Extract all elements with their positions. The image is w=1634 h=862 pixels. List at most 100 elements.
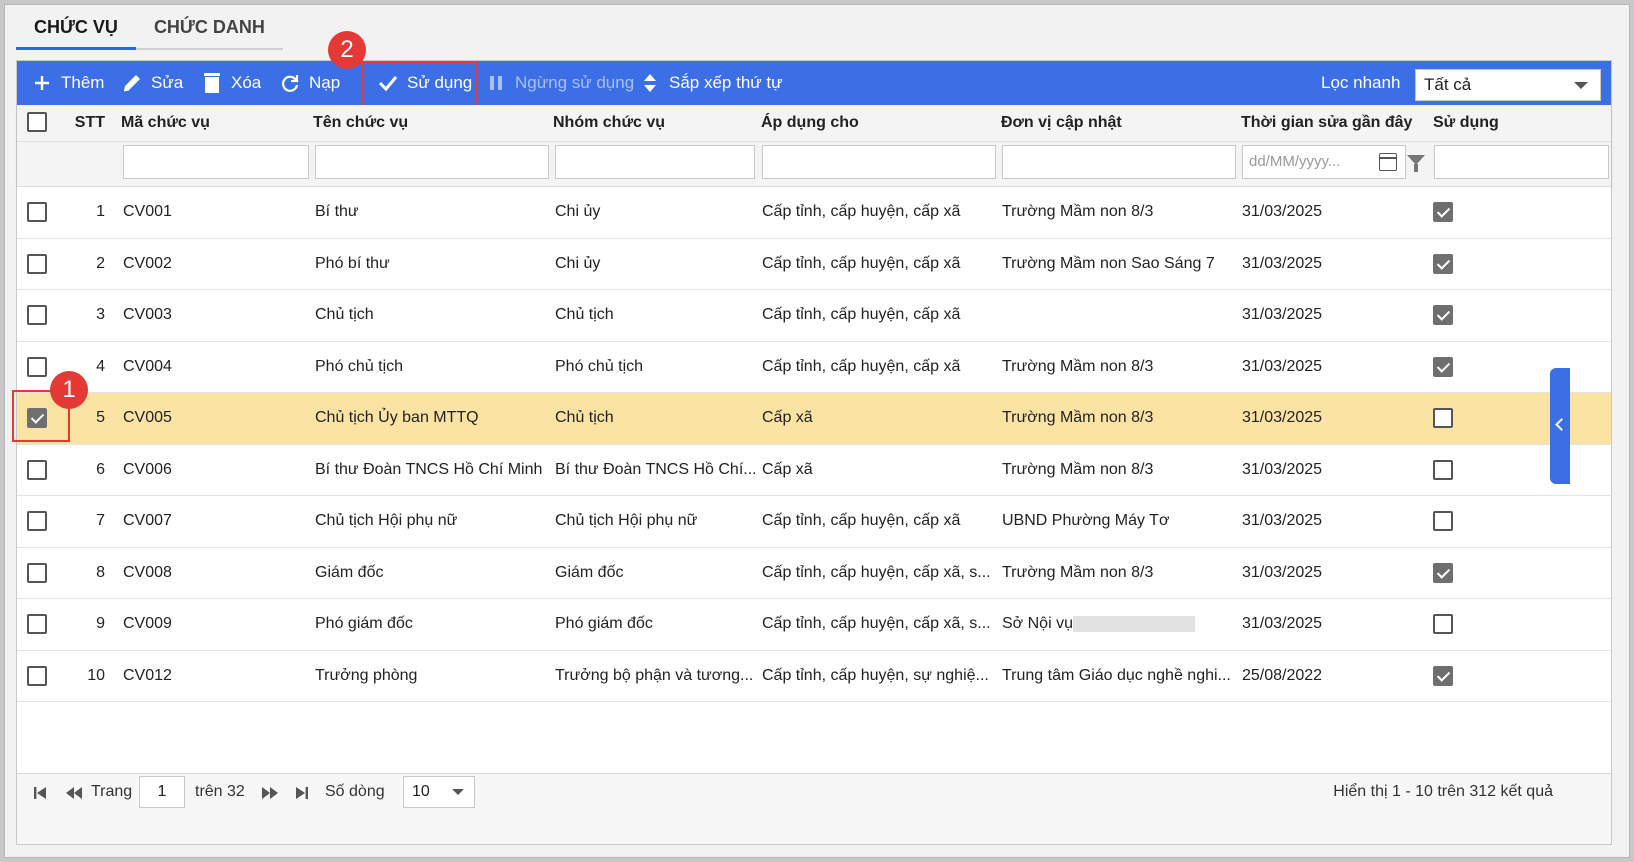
cell-unit: Trường Mầm non Sao Sáng 7 — [1002, 254, 1215, 272]
cell-apply: Cấp tỉnh, cấp huyện, cấp xã — [762, 306, 961, 323]
rows-per-page-select[interactable]: 10 — [403, 776, 475, 808]
cell-name: Giám đốc — [315, 563, 384, 581]
cell-time: 31/03/2025 — [1242, 357, 1323, 375]
stop-use-button[interactable]: Ngừng sử dụng — [485, 61, 634, 105]
table-row[interactable]: 2 CV002 Phó bí thư Chi ủy Cấp tỉnh, cấp huyệ… — [17, 238, 1611, 290]
cell-stt: 8 — [96, 563, 105, 581]
cell-stt: 10 — [87, 666, 105, 684]
select-all-checkbox[interactable] — [27, 112, 47, 132]
tab-chuc-danh[interactable]: CHỨC DANH — [135, 6, 283, 50]
table-row[interactable]: 4 CV004 Phó chủ tịch Phó chủ tịch Cấp tỉnh, … — [17, 341, 1611, 393]
row-select-checkbox[interactable] — [27, 253, 47, 274]
use-checkbox[interactable] — [1433, 614, 1453, 634]
delete-button[interactable]: Xóa — [201, 61, 261, 105]
cell-stt: 3 — [96, 306, 105, 323]
redacted-text — [1073, 616, 1195, 632]
use-checkbox[interactable] — [1433, 305, 1453, 325]
prev-page-icon[interactable] — [65, 786, 83, 800]
header-stt: STT — [74, 114, 105, 131]
grid-panel: Thêm Sửa Xóa Nạp Sử dụng Ngừng sử dụng S… — [16, 60, 1612, 845]
cell-group: Bí thư Đoàn TNCS Hồ Chí... — [555, 460, 755, 478]
tab-bar: CHỨC VỤ CHỨC DANH — [16, 6, 283, 50]
calendar-icon[interactable] — [1379, 153, 1397, 171]
table-row[interactable]: 9 CV009 Phó giám đốc Phó giám đốc Cấp tỉnh, … — [17, 599, 1611, 651]
row-select-checkbox[interactable] — [27, 511, 47, 531]
sort-label: Sắp xếp thứ tự — [669, 73, 783, 92]
use-checkbox[interactable] — [1433, 665, 1453, 686]
filter-group-input[interactable] — [555, 145, 755, 179]
row-select-checkbox[interactable] — [27, 614, 47, 634]
header-use[interactable]: Sử dụng — [1433, 105, 1499, 141]
filter-unit-input[interactable] — [1002, 145, 1236, 179]
header-divider — [17, 141, 1611, 142]
row-select-checkbox[interactable] — [27, 202, 47, 222]
use-button-highlight — [362, 61, 478, 109]
next-page-icon[interactable] — [261, 786, 279, 800]
header-unit[interactable]: Đơn vị cập nhật — [1001, 105, 1122, 141]
edit-button[interactable]: Sửa — [121, 61, 183, 105]
last-page-icon[interactable] — [295, 786, 309, 800]
chevron-down-icon — [1574, 82, 1588, 89]
edit-label: Sửa — [151, 73, 184, 92]
cell-apply: Cấp tỉnh, cấp huyện, sự nghiệ... — [762, 666, 989, 684]
reload-label: Nạp — [309, 73, 341, 92]
cell-group: Giám đốc — [555, 563, 624, 581]
cell-code: CV004 — [123, 357, 172, 375]
first-page-icon[interactable] — [33, 786, 47, 800]
page-number-input[interactable]: 1 — [139, 776, 185, 808]
use-checkbox[interactable] — [1433, 562, 1453, 583]
use-checkbox[interactable] — [1433, 511, 1453, 531]
cell-group: Chủ tịch Hội phụ nữ — [555, 512, 698, 529]
cell-unit: Trường Mầm non 8/3 — [1002, 357, 1154, 375]
cell-code: CV006 — [123, 460, 172, 478]
result-summary: Hiển thị 1 - 10 trên 312 kết quả — [1333, 783, 1553, 800]
chevron-down-icon — [452, 789, 464, 795]
row-select-checkbox[interactable] — [27, 305, 47, 325]
filter-icon[interactable] — [1407, 155, 1425, 172]
table-row[interactable]: 8 CV008 Giám đốc Giám đốc Cấp tỉnh, cấp huyệ… — [17, 547, 1611, 599]
collapse-side-panel-button[interactable] — [1550, 368, 1570, 484]
row-select-checkbox[interactable] — [27, 459, 47, 480]
filter-use-input[interactable] — [1434, 145, 1609, 179]
row-select-checkbox[interactable] — [27, 562, 47, 583]
header-name[interactable]: Tên chức vụ — [313, 105, 408, 141]
table-row[interactable]: 10 CV012 Trưởng phòng Trưởng bộ phận và tươ… — [17, 650, 1611, 702]
use-checkbox[interactable] — [1433, 356, 1453, 377]
table-row[interactable]: 6 CV006 Bí thư Đoàn TNCS Hồ Chí Minh Bí thư… — [17, 444, 1611, 496]
use-checkbox[interactable] — [1433, 459, 1453, 480]
row-select-checkbox[interactable] — [27, 356, 47, 377]
filter-name-input[interactable] — [315, 145, 549, 179]
header-group[interactable]: Nhóm chức vụ — [553, 105, 665, 141]
cell-stt: 9 — [96, 615, 105, 632]
pencil-icon — [121, 72, 143, 94]
table-row[interactable]: 7 CV007 Chủ tịch Hội phụ nữ Chủ tịch Hội ph… — [17, 496, 1611, 548]
table-row[interactable]: 3 CV003 Chủ tịch Chủ tịch Cấp tỉnh, cấp huyệ… — [17, 290, 1611, 342]
use-checkbox[interactable] — [1433, 408, 1453, 428]
plus-icon — [31, 72, 53, 94]
use-checkbox[interactable] — [1433, 202, 1453, 222]
row-select-checkbox[interactable] — [27, 665, 47, 686]
header-apply[interactable]: Áp dụng cho — [761, 105, 859, 141]
quick-filter-select[interactable]: Tất cả — [1415, 69, 1601, 101]
table-row[interactable]: 1 CV001 Bí thư Chi ủy Cấp tỉnh, cấp huyện, c… — [17, 187, 1611, 239]
cell-time: 31/03/2025 — [1242, 460, 1323, 478]
cell-time: 31/03/2025 — [1242, 615, 1323, 632]
filter-apply-input[interactable] — [762, 145, 996, 179]
header-time[interactable]: Thời gian sửa gần đây — [1241, 105, 1412, 141]
cell-code: CV008 — [123, 563, 172, 581]
filter-date-input[interactable]: dd/MM/yyyy... — [1242, 145, 1406, 179]
table-row[interactable]: 5 CV005 Chủ tịch Ủy ban MTTQ Chủ tịch Cấp xã… — [17, 393, 1611, 445]
filter-code-input[interactable] — [123, 145, 309, 179]
tab-chuc-vu[interactable]: CHỨC VỤ — [16, 6, 136, 50]
cell-stt: 6 — [96, 460, 105, 478]
sort-button[interactable]: Sắp xếp thứ tự — [639, 61, 783, 105]
cell-group: Chi ủy — [555, 254, 601, 272]
add-button[interactable]: Thêm — [31, 61, 104, 105]
use-checkbox[interactable] — [1433, 253, 1453, 274]
pager: Trang 1 trên 32 Số dòng 10 Hiển thị 1 - … — [17, 773, 1611, 844]
header-code[interactable]: Mã chức vụ — [121, 105, 210, 141]
cell-unit: Trường Mầm non 8/3 — [1002, 409, 1154, 426]
cell-time: 31/03/2025 — [1242, 409, 1323, 426]
rows-per-page-value: 10 — [412, 783, 430, 800]
reload-button[interactable]: Nạp — [279, 61, 340, 105]
